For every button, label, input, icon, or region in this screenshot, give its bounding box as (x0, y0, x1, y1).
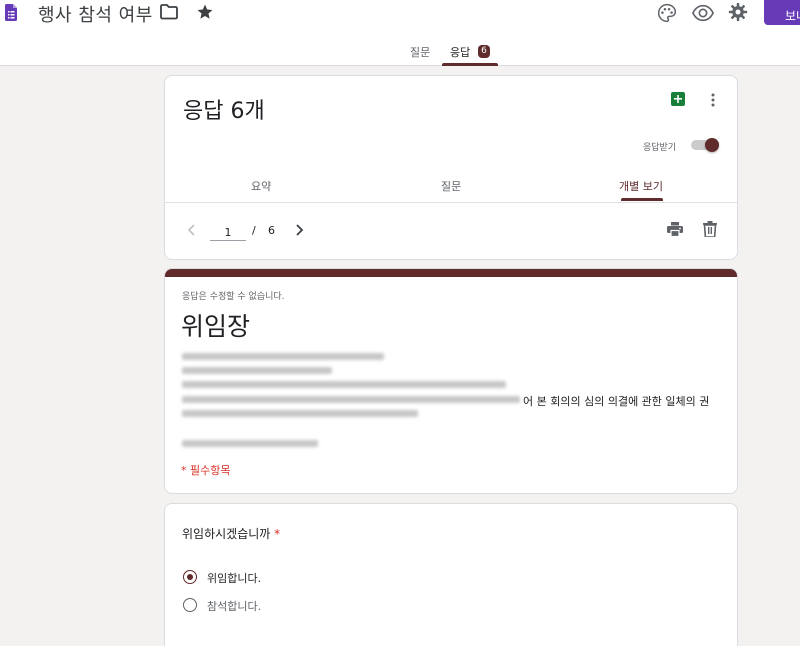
response-count-badge: 6 (478, 45, 490, 58)
forms-icon[interactable] (5, 4, 17, 21)
option-label-delegate: 위임합니다. (207, 572, 262, 585)
redacted-description-line (182, 367, 332, 374)
sheets-link-icon[interactable] (671, 92, 685, 106)
question-text: 위임하시겠습니까 (182, 527, 271, 541)
send-button[interactable]: 보내 (764, 0, 800, 25)
radio-attend[interactable] (183, 598, 197, 612)
redacted-description-line (182, 381, 506, 388)
redacted-description-line (182, 440, 318, 447)
subtab-summary[interactable]: 요약 (251, 178, 271, 194)
page-separator: / (252, 224, 256, 237)
toggle-knob (705, 138, 719, 152)
description-visible-text: 어 본 회의의 심의 의결에 관한 일체의 권 (523, 395, 710, 408)
responses-count-title: 응답 6개 (183, 99, 265, 124)
star-icon[interactable] (196, 3, 214, 21)
tab-questions[interactable]: 질문 (410, 44, 430, 60)
tab-responses[interactable]: 응답 (450, 44, 470, 60)
active-subtab-indicator (621, 198, 663, 201)
subtab-individual[interactable]: 개별 보기 (619, 178, 663, 194)
active-tab-indicator (442, 63, 498, 66)
subtab-question[interactable]: 질문 (441, 178, 461, 194)
page-number-input[interactable] (210, 224, 246, 241)
responses-header-card: 응답 6개 응답받기 요약 질문 개별 보기 / 6 (164, 75, 738, 260)
accent-stripe (165, 269, 737, 277)
divider (165, 202, 737, 203)
chevron-left-icon[interactable] (187, 224, 197, 236)
redacted-description-line (182, 410, 418, 417)
top-bar: 행사 참석 여부 보내 질문 응답 6 (0, 0, 800, 66)
chevron-right-icon[interactable] (294, 224, 304, 236)
redacted-description-line (182, 353, 384, 360)
gear-icon[interactable] (728, 2, 748, 22)
more-vert-icon[interactable] (709, 92, 717, 108)
required-asterisk: * (274, 527, 281, 541)
delete-trash-icon[interactable] (703, 221, 717, 237)
question-title: 위임하시겠습니까 * (182, 525, 280, 542)
form-header-card: 응답은 수정할 수 없습니다. 위임장 어 본 회의의 심의 의결에 관한 일체… (164, 268, 738, 494)
preview-eye-icon[interactable] (692, 3, 714, 23)
question-card: 위임하시겠습니까 * 위임합니다. 참석합니다. (164, 503, 738, 646)
palette-icon[interactable] (657, 3, 677, 23)
accepting-responses-toggle[interactable] (691, 138, 719, 152)
form-title: 위임장 (181, 312, 251, 341)
option-label-attend: 참석합니다. (207, 600, 262, 613)
redacted-description-line (182, 396, 520, 403)
page-total: 6 (268, 224, 275, 237)
folder-icon[interactable] (160, 4, 178, 20)
accepting-responses-label: 응답받기 (643, 143, 677, 153)
print-icon[interactable] (667, 222, 683, 237)
readonly-notice: 응답은 수정할 수 없습니다. (182, 292, 285, 302)
radio-delegate[interactable] (183, 570, 197, 584)
required-note: * 필수항목 (181, 464, 231, 477)
document-title[interactable]: 행사 참석 여부 (38, 1, 153, 27)
